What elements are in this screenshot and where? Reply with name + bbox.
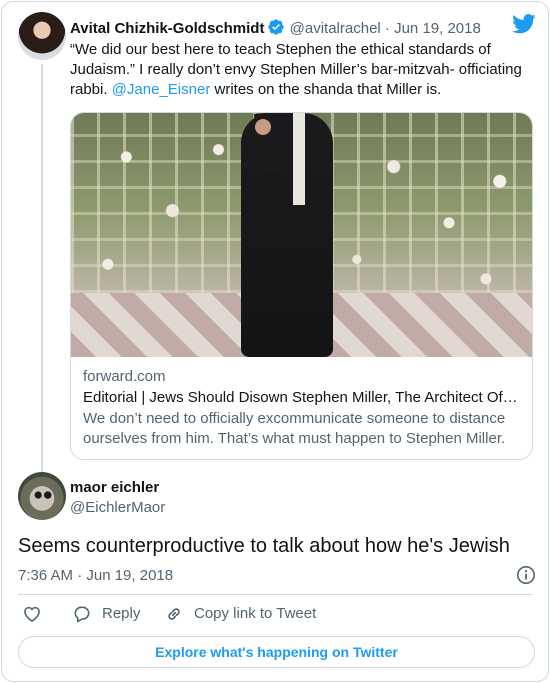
author-name[interactable]: maor eichler	[70, 478, 159, 498]
divider	[18, 594, 532, 595]
like-button[interactable]	[22, 604, 42, 624]
reply-button[interactable]: Reply	[72, 604, 140, 624]
copy-link-label: Copy link to Tweet	[194, 605, 317, 622]
reply-bubble-icon	[72, 604, 92, 624]
embedded-tweet-card: Avital Chizhik-Goldschmidt @avitalrachel…	[1, 1, 549, 682]
article-image	[71, 113, 532, 357]
author-name[interactable]: Avital Chizhik-Goldschmidt	[70, 20, 264, 37]
figure-silhouette	[241, 113, 333, 357]
tweet-actions: Reply Copy link to Tweet	[18, 604, 538, 628]
avatar[interactable]	[18, 472, 66, 520]
mention-link[interactable]: @Jane_Eisner	[112, 81, 211, 98]
tweet-text: Seems counterproductive to talk about ho…	[18, 535, 510, 557]
link-preview-card[interactable]: forward.com Editorial | Jews Should Diso…	[70, 112, 533, 460]
figure-shirt	[293, 113, 305, 205]
heart-icon	[22, 604, 42, 624]
link-description: We don’t need to officially excommunicat…	[83, 410, 506, 447]
author-handle[interactable]: @avitalrachel	[290, 20, 381, 37]
tweet-timestamp[interactable]: 7:36 AM · Jun 19, 2018	[18, 566, 173, 586]
link-domain: forward.com	[83, 368, 166, 385]
verified-badge-icon	[267, 18, 285, 42]
info-icon[interactable]	[516, 565, 536, 590]
figure-hand	[255, 119, 271, 135]
avatar[interactable]	[18, 12, 66, 60]
twitter-bird-icon[interactable]	[512, 14, 536, 39]
copy-link-button[interactable]: Copy link to Tweet	[164, 604, 316, 624]
link-title: Editorial | Jews Should Disown Stephen M…	[83, 389, 518, 406]
author-handle[interactable]: @EichlerMaor	[70, 498, 165, 518]
explore-twitter-button[interactable]: Explore what's happening on Twitter	[18, 636, 535, 668]
separator-dot: ·	[384, 20, 390, 37]
thread-connector-line	[41, 64, 43, 474]
reply-label: Reply	[102, 605, 141, 622]
parent-tweet-text: “We did our best here to teach Stephen t…	[70, 40, 530, 100]
parent-tweet-header: Avital Chizhik-Goldschmidt @avitalrachel…	[70, 18, 481, 42]
tweet-text-part: writes on the shanda that Miller is.	[210, 81, 442, 98]
link-icon	[164, 604, 184, 624]
link-metadata: forward.com Editorial | Jews Should Diso…	[71, 357, 532, 449]
tweet-date[interactable]: Jun 19, 2018	[394, 20, 481, 37]
